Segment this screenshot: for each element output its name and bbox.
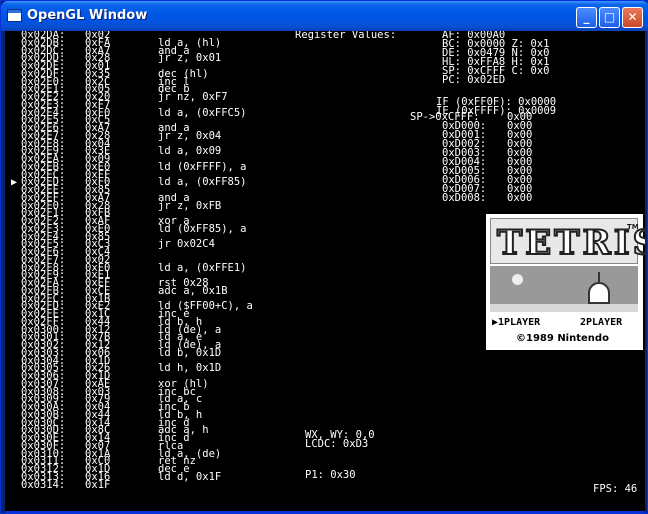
kremlin-scene bbox=[490, 266, 638, 312]
disasm-instr: ld h, 0x1D bbox=[158, 362, 222, 374]
joypad-p1: P1: 0x30 bbox=[305, 469, 356, 481]
disasm-instr: jr z, 0xFB bbox=[158, 200, 222, 212]
disasm-instr: ld a, (0xFF85) bbox=[158, 176, 247, 188]
register-values-title: Register Values: bbox=[295, 31, 397, 41]
minimize-button[interactable]: _ bbox=[576, 7, 597, 28]
game-screen: TETRIS TM ▶1PLAYER 2PLAYER ©1989 Nintend… bbox=[486, 214, 645, 350]
fps-counter: FPS: 46 bbox=[593, 483, 638, 495]
stack-value: 0x00 bbox=[507, 192, 533, 204]
disasm-addr: 0x0314: bbox=[21, 479, 66, 491]
disasm-instr: adc a, 0x1B bbox=[158, 285, 228, 297]
disasm-instr: jr nz, 0xF7 bbox=[158, 91, 228, 103]
onion-dome-icon bbox=[588, 282, 610, 304]
pc-arrow-icon: ▶ bbox=[11, 177, 18, 188]
moon-icon bbox=[512, 274, 523, 285]
lcd-lcdc: LCDC: 0xD3 bbox=[305, 438, 369, 450]
disasm-byte: 0x1F bbox=[85, 479, 111, 491]
opengl-window: OpenGL Window _ □ ✕ 0x02DA: 0x02 0x02DB: 0x… bbox=[0, 0, 648, 514]
disasm-instr: ld d, 0x1F bbox=[158, 471, 222, 483]
disasm-instr: ld a, 0x09 bbox=[158, 145, 222, 157]
close-button[interactable]: ✕ bbox=[622, 7, 643, 28]
disasm-instr: ld a, (0xFFC5) bbox=[158, 107, 247, 119]
disasm-instr: ld (0xFF85), a bbox=[158, 223, 247, 235]
disasm-instr: jr 0x02C4 bbox=[158, 238, 215, 250]
ground bbox=[490, 304, 638, 312]
menu-2player: 2PLAYER bbox=[580, 317, 623, 328]
window-title: OpenGL Window bbox=[27, 8, 148, 23]
trademark: TM bbox=[627, 223, 639, 231]
disasm-instr: ld a, (0xFFE1) bbox=[158, 262, 247, 274]
title-bar[interactable]: OpenGL Window _ □ ✕ bbox=[1, 1, 648, 31]
app-window-icon bbox=[7, 9, 22, 22]
reg-pc: PC: 0x02ED bbox=[442, 74, 506, 86]
tetris-logo: TETRIS TM bbox=[490, 218, 645, 264]
disasm-instr: jr z, 0x04 bbox=[158, 130, 222, 142]
maximize-button[interactable]: □ bbox=[599, 7, 620, 28]
stack-address: 0xD008: bbox=[442, 192, 487, 204]
copyright-text: ©1989 Nintendo bbox=[516, 333, 609, 344]
disasm-instr: ld (0xFFFF), a bbox=[158, 161, 247, 173]
menu-1player: ▶1PLAYER bbox=[492, 317, 541, 328]
disasm-instr: ld b, 0x1D bbox=[158, 347, 222, 359]
emulator-canvas: 0x02DA: 0x02 0x02DB: 0xFA ld a, (hl) 0x02DC: 0… bbox=[5, 31, 645, 511]
disasm-instr: jr z, 0x01 bbox=[158, 52, 222, 64]
logo-text: TETRIS bbox=[496, 222, 645, 264]
